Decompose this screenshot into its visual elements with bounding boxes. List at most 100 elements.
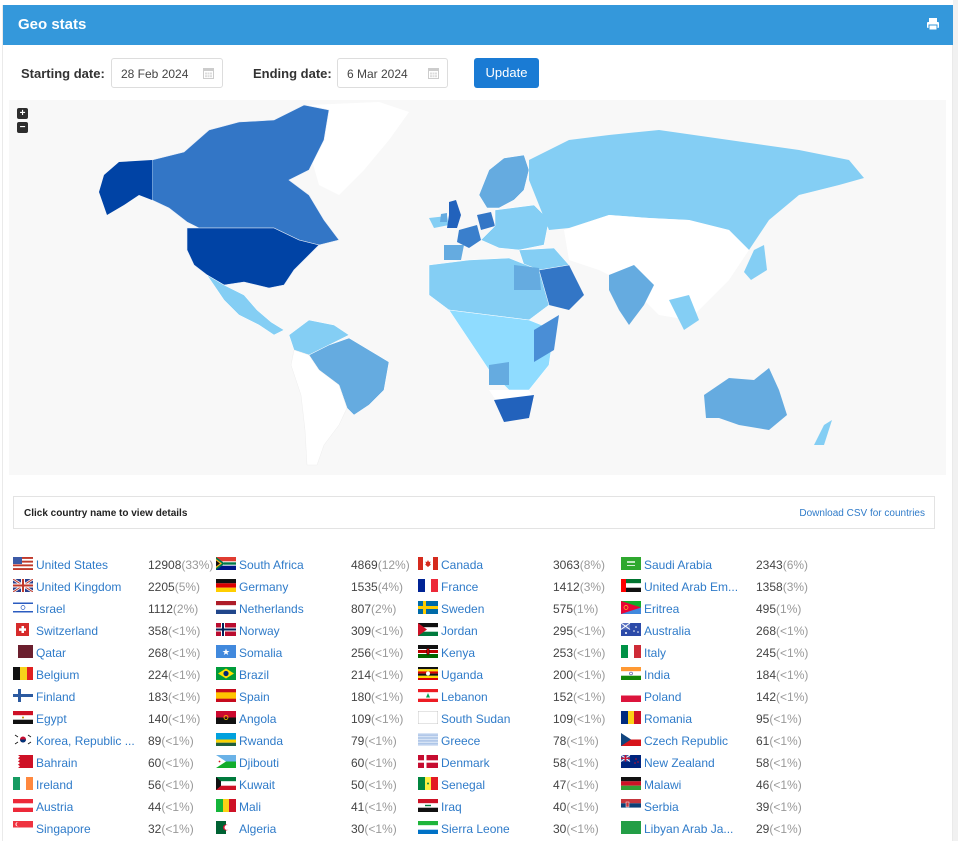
country-name-link[interactable]: United Arab Em...	[644, 580, 738, 594]
country-name-link[interactable]: Singapore	[36, 822, 91, 836]
start-date-value: 28 Feb 2024	[121, 67, 189, 81]
country-name-link[interactable]: Denmark	[441, 756, 490, 770]
visit-percentage: (<1%)	[168, 668, 201, 682]
country-name-link[interactable]: Switzerland	[36, 624, 98, 638]
visit-percentage: (<1%)	[566, 734, 599, 748]
country-united-kingdom	[447, 200, 461, 228]
country-row: Israel 1112(2%)	[13, 601, 218, 623]
country-row: South Sudan 109(<1%)	[418, 711, 623, 733]
country-name-link[interactable]: France	[441, 580, 478, 594]
country-name-link[interactable]: Romania	[644, 712, 692, 726]
country-name-link[interactable]: Angola	[239, 712, 276, 726]
country-name-link[interactable]: Eritrea	[644, 602, 679, 616]
flag-ro-icon	[621, 711, 641, 724]
country-name-link[interactable]: United States	[36, 558, 108, 572]
country-name-link[interactable]: Finland	[36, 690, 75, 704]
country-name-link[interactable]: Norway	[239, 624, 280, 638]
country-visit-count: 56(<1%)	[148, 778, 194, 792]
country-name-link[interactable]: Sierra Leone	[441, 822, 510, 836]
country-name-link[interactable]: Czech Republic	[644, 734, 728, 748]
country-name-link[interactable]: Ireland	[36, 778, 73, 792]
flag-it-icon	[621, 645, 641, 658]
country-name-link[interactable]: Kenya	[441, 646, 475, 660]
country-name-link[interactable]: Somalia	[239, 646, 282, 660]
update-button[interactable]: Update	[474, 58, 539, 88]
start-date-input[interactable]: 28 Feb 2024	[111, 58, 223, 88]
country-name-link[interactable]: Rwanda	[239, 734, 283, 748]
flag-eg-icon	[13, 711, 33, 724]
download-csv-link[interactable]: Download CSV for countries	[799, 508, 925, 519]
country-name-link[interactable]: Serbia	[644, 800, 679, 814]
country-name-link[interactable]: Greece	[441, 734, 480, 748]
country-name-link[interactable]: Spain	[239, 690, 270, 704]
start-date-label: Starting date:	[21, 66, 105, 81]
flag-ae-icon	[621, 579, 641, 592]
country-name-link[interactable]: South Africa	[239, 558, 304, 572]
visit-count-value: 95	[756, 712, 770, 726]
world-map[interactable]: + −	[9, 100, 946, 475]
country-name-link[interactable]: Germany	[239, 580, 288, 594]
visit-percentage: (<1%)	[364, 778, 397, 792]
country-row: Uganda 200(<1%)	[418, 667, 623, 689]
visit-count-value: 268	[756, 624, 777, 638]
flag-ml-icon	[216, 799, 236, 812]
country-name-link[interactable]: Libyan Arab Ja...	[644, 822, 733, 836]
country-name-link[interactable]: Brazil	[239, 668, 269, 682]
country-name-link[interactable]: Malawi	[644, 778, 681, 792]
country-name-link[interactable]: Saudi Arabia	[644, 558, 712, 572]
country-name-link[interactable]: Qatar	[36, 646, 66, 660]
visit-percentage: (<1%)	[161, 734, 194, 748]
country-row: Senegal 47(<1%)	[418, 777, 623, 799]
country-name-link[interactable]: Djibouti	[239, 756, 279, 770]
visit-count-value: 807	[351, 602, 372, 616]
calendar-icon[interactable]	[203, 67, 214, 79]
map-svg	[99, 102, 864, 466]
calendar-icon[interactable]	[428, 67, 439, 79]
visit-count-value: 78	[553, 734, 567, 748]
country-australia	[704, 368, 787, 430]
country-name-link[interactable]: Canada	[441, 558, 483, 572]
country-name-link[interactable]: New Zealand	[644, 756, 715, 770]
country-name-link[interactable]: Kuwait	[239, 778, 275, 792]
country-name-link[interactable]: Israel	[36, 602, 65, 616]
visit-count-value: 140	[148, 712, 169, 726]
country-row: Belgium 224(<1%)	[13, 667, 218, 689]
flag-kw-icon	[216, 777, 236, 790]
visit-count-value: 32	[148, 822, 162, 836]
country-name-link[interactable]: South Sudan	[441, 712, 510, 726]
country-name-link[interactable]: Jordan	[441, 624, 478, 638]
country-name-link[interactable]: Senegal	[441, 778, 485, 792]
country-name-link[interactable]: India	[644, 668, 670, 682]
country-name-link[interactable]: Netherlands	[239, 602, 304, 616]
flag-dk-icon	[418, 755, 438, 768]
country-name-link[interactable]: Sweden	[441, 602, 484, 616]
flag-us-icon	[13, 557, 33, 570]
country-name-link[interactable]: Belgium	[36, 668, 79, 682]
country-visit-count: 32(<1%)	[148, 822, 194, 836]
flag-iq-icon	[418, 799, 438, 812]
country-name-link[interactable]: Algeria	[239, 822, 276, 836]
country-name-link[interactable]: Austria	[36, 800, 73, 814]
country-name-link[interactable]: Italy	[644, 646, 666, 660]
page-scrollbar[interactable]	[953, 0, 958, 841]
country-name-link[interactable]: Korea, Republic ...	[36, 734, 135, 748]
country-row: Lebanon 152(<1%)	[418, 689, 623, 711]
flag-ca-icon	[418, 557, 438, 570]
end-date-input[interactable]: 6 Mar 2024	[337, 58, 448, 88]
country-name-link[interactable]: Iraq	[441, 800, 462, 814]
printer-icon[interactable]	[926, 17, 940, 31]
country-visit-count: 109(<1%)	[553, 712, 605, 726]
country-visit-count: 256(<1%)	[351, 646, 403, 660]
country-row: Qatar 268(<1%)	[13, 645, 218, 667]
flag-dj-icon	[216, 755, 236, 768]
country-name-link[interactable]: United Kingdom	[36, 580, 121, 594]
visit-percentage: (33%)	[181, 558, 214, 572]
country-name-link[interactable]: Australia	[644, 624, 691, 638]
country-name-link[interactable]: Uganda	[441, 668, 483, 682]
country-name-link[interactable]: Egypt	[36, 712, 67, 726]
country-name-link[interactable]: Lebanon	[441, 690, 488, 704]
country-name-link[interactable]: Bahrain	[36, 756, 77, 770]
country-row: Singapore 32(<1%)	[13, 821, 218, 843]
country-name-link[interactable]: Mali	[239, 800, 261, 814]
country-name-link[interactable]: Poland	[644, 690, 681, 704]
